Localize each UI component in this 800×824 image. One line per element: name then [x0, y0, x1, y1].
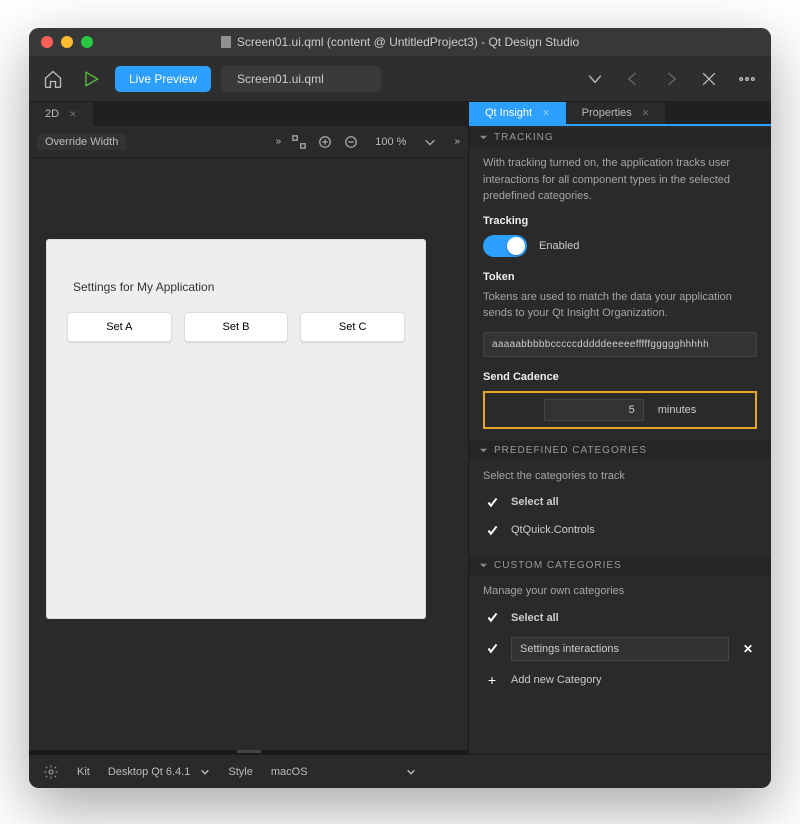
category-name-input[interactable]: [511, 637, 729, 661]
custom-section-header[interactable]: CUSTOM CATEGORIES: [469, 556, 771, 575]
inspector-panel: TRACKING With tracking turned on, the ap…: [469, 126, 771, 754]
chevron-down-icon[interactable]: [422, 134, 438, 150]
chevron-down-icon: [479, 446, 488, 455]
cadence-label: Send Cadence: [483, 371, 757, 383]
back-button[interactable]: [619, 65, 647, 93]
tab-properties-label: Properties: [582, 107, 632, 119]
close-icon[interactable]: ✕: [542, 108, 550, 119]
extra-selector[interactable]: [406, 767, 416, 777]
left-tabstrip: 2D ✕: [29, 102, 468, 126]
close-icon[interactable]: ✕: [642, 108, 650, 119]
style-value: macOS: [271, 766, 308, 778]
more-menu-button[interactable]: [733, 65, 761, 93]
window-controls: [41, 36, 93, 48]
select-all-label: Select all: [511, 496, 559, 508]
section-title: CUSTOM CATEGORIES: [494, 560, 622, 571]
delete-category-button[interactable]: ✕: [739, 642, 757, 656]
close-icon[interactable]: ✕: [69, 109, 77, 120]
minimize-window-icon[interactable]: [61, 36, 73, 48]
chevron-down-icon: [479, 133, 488, 142]
section-title: PREDEFINED CATEGORIES: [494, 445, 647, 456]
status-bar: Kit Desktop Qt 6.4.1 Style macOS: [29, 754, 771, 788]
maximize-window-icon[interactable]: [81, 36, 93, 48]
set-b-button[interactable]: Set B: [184, 312, 289, 342]
category-checkbox[interactable]: [483, 521, 501, 539]
run-button[interactable]: [77, 65, 105, 93]
left-pane: 2D ✕ Override Width » 100 % » Settings f…: [29, 102, 469, 754]
zoom-in-button[interactable]: [317, 134, 333, 150]
close-file-button[interactable]: [695, 65, 723, 93]
close-window-icon[interactable]: [41, 36, 53, 48]
select-all-checkbox[interactable]: [483, 609, 501, 627]
tab-2d-label: 2D: [45, 108, 59, 120]
cadence-row: minutes: [483, 391, 757, 429]
document-icon: [221, 36, 231, 48]
right-tabstrip: Qt Insight ✕ Properties ✕: [469, 102, 771, 126]
token-description: Tokens are used to match the data your a…: [483, 289, 757, 322]
override-width-label: Override Width: [37, 134, 126, 150]
chevron-down-icon: [200, 767, 210, 777]
tab-qt-insight[interactable]: Qt Insight ✕: [469, 102, 566, 124]
section-title: TRACKING: [494, 132, 554, 143]
set-c-button[interactable]: Set C: [300, 312, 405, 342]
canvas-viewport[interactable]: Settings for My Application Set A Set B …: [29, 158, 468, 750]
window-title: Screen01.ui.qml (content @ UntitledProje…: [29, 35, 771, 49]
dropdown-button[interactable]: [581, 65, 609, 93]
kit-value: Desktop Qt 6.4.1: [108, 766, 191, 778]
kit-selector[interactable]: Desktop Qt 6.4.1: [108, 766, 211, 778]
chevron-down-icon: [406, 767, 416, 777]
add-category-button[interactable]: +: [483, 671, 501, 689]
select-all-checkbox[interactable]: [483, 493, 501, 511]
cadence-input[interactable]: [544, 399, 644, 421]
kit-label: Kit: [77, 766, 90, 778]
live-preview-button[interactable]: Live Preview: [115, 66, 211, 92]
tracking-label: Tracking: [483, 215, 757, 227]
custom-desc: Manage your own categories: [483, 583, 757, 600]
add-category-label: Add new Category: [511, 674, 602, 686]
set-a-button[interactable]: Set A: [67, 312, 172, 342]
editor-body: 2D ✕ Override Width » 100 % » Settings f…: [29, 102, 771, 754]
cadence-unit: minutes: [658, 404, 697, 416]
chevrons-icon[interactable]: »: [454, 136, 460, 147]
predefined-section-header[interactable]: PREDEFINED CATEGORIES: [469, 441, 771, 460]
zoom-out-button[interactable]: [343, 134, 359, 150]
resize-handle[interactable]: [29, 750, 468, 754]
tab-properties[interactable]: Properties ✕: [566, 102, 666, 124]
app-heading: Settings for My Application: [73, 280, 405, 294]
tab-2d[interactable]: 2D ✕: [29, 102, 93, 126]
style-label: Style: [228, 766, 252, 778]
category-checkbox[interactable]: [483, 640, 501, 658]
design-canvas[interactable]: Settings for My Application Set A Set B …: [47, 240, 425, 618]
chevrons-icon[interactable]: »: [276, 136, 282, 147]
titlebar: Screen01.ui.qml (content @ UntitledProje…: [29, 28, 771, 56]
tab-qt-insight-label: Qt Insight: [485, 107, 532, 119]
right-pane: Qt Insight ✕ Properties ✕ TRACKING With …: [469, 102, 771, 754]
view-header: Override Width » 100 % »: [29, 126, 468, 158]
forward-button[interactable]: [657, 65, 685, 93]
tracking-toggle[interactable]: [483, 235, 527, 257]
token-label: Token: [483, 271, 757, 283]
tracking-description: With tracking turned on, the application…: [483, 155, 757, 205]
zoom-level: 100 %: [375, 136, 406, 148]
application-window: Screen01.ui.qml (content @ UntitledProje…: [29, 28, 771, 788]
layout-icon[interactable]: [291, 134, 307, 150]
window-title-text: Screen01.ui.qml (content @ UntitledProje…: [237, 35, 579, 49]
settings-icon[interactable]: [43, 764, 59, 780]
button-row: Set A Set B Set C: [67, 312, 405, 342]
home-button[interactable]: [39, 65, 67, 93]
tracking-section-header[interactable]: TRACKING: [469, 128, 771, 147]
predefined-desc: Select the categories to track: [483, 468, 757, 485]
category-label: QtQuick.Controls: [511, 524, 595, 536]
token-input[interactable]: aaaaabbbbbcccccdddddeeeeefffffggggghhhhh: [483, 332, 757, 357]
main-toolbar: Live Preview Screen01.ui.qml: [29, 56, 771, 102]
select-all-label: Select all: [511, 612, 559, 624]
enabled-label: Enabled: [539, 240, 579, 252]
open-file-tab[interactable]: Screen01.ui.qml: [221, 66, 381, 92]
chevron-down-icon: [479, 561, 488, 570]
